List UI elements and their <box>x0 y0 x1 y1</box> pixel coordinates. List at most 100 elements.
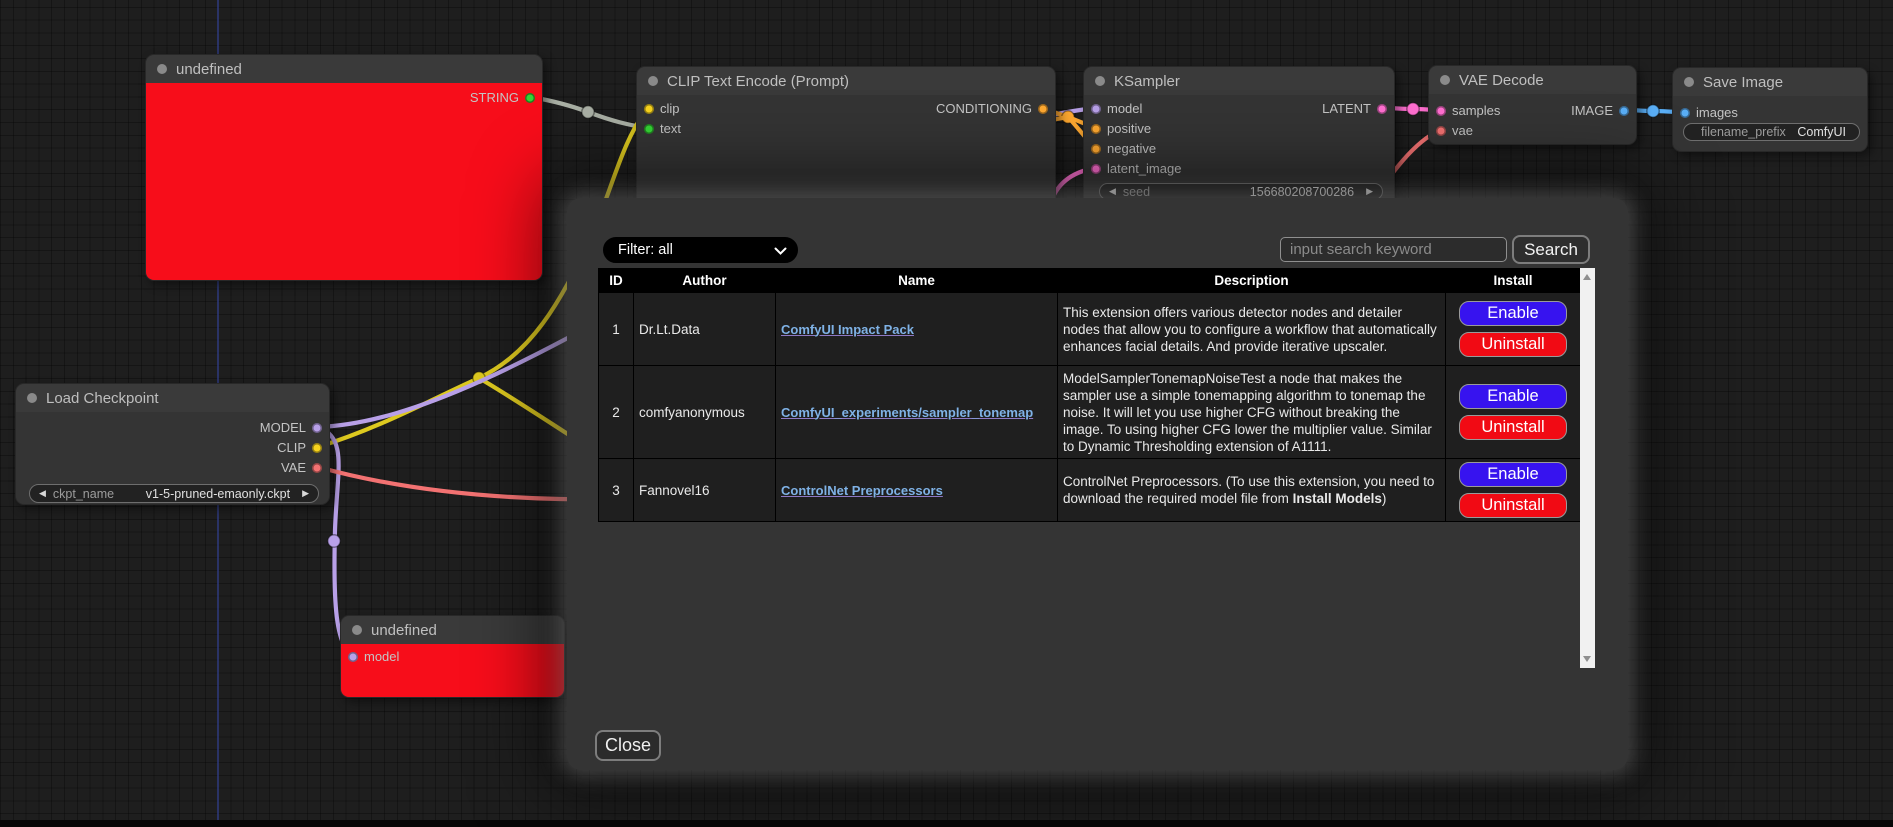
ksampler-output-label-LATENT: LATENT <box>1322 101 1371 117</box>
node-status-icon <box>352 625 362 635</box>
save-image-input-dot-images[interactable] <box>1680 108 1690 118</box>
vae-decode-output-label-IMAGE: IMAGE <box>1571 103 1613 119</box>
clip-text-encode-output-label-CONDITIONING: CONDITIONING <box>936 101 1032 117</box>
extension-description: ModelSamplerTonemapNoiseTest a node that… <box>1058 366 1446 459</box>
node-titlebar[interactable]: KSampler <box>1084 67 1394 95</box>
widget-label: filename_prefix <box>1701 125 1786 139</box>
load-checkpoint-output-label-CLIP: CLIP <box>277 440 306 456</box>
vae-decode-output-dot-IMAGE[interactable] <box>1619 106 1629 116</box>
node-status-icon <box>648 76 658 86</box>
node-clip-text-encode[interactable]: CLIP Text Encode (Prompt)cliptextCONDITI… <box>636 66 1056 208</box>
extension-id: 3 <box>599 459 634 522</box>
scroll-up-icon[interactable] <box>1583 274 1591 280</box>
node-status-icon <box>157 64 167 74</box>
close-button[interactable]: Close <box>595 730 661 761</box>
node-status-icon <box>27 393 37 403</box>
clip-text-encode-input-dot-text[interactable] <box>644 124 654 134</box>
extension-install-cell: Enable Uninstall <box>1446 366 1581 459</box>
table-header-row: IDAuthorNameDescriptionInstall <box>599 269 1581 293</box>
node-titlebar[interactable]: Save Image <box>1673 68 1867 96</box>
link-reroute-dot[interactable] <box>1407 103 1419 115</box>
extension-link[interactable]: ComfyUI Impact Pack <box>781 322 914 337</box>
node-body <box>146 83 542 280</box>
vae-decode-input-dot-samples[interactable] <box>1436 106 1446 116</box>
node-status-icon <box>1440 75 1450 85</box>
table-scrollbar[interactable] <box>1580 268 1595 668</box>
node-ksampler[interactable]: KSamplermodelpositivenegativelatent_imag… <box>1083 66 1395 208</box>
decrement-arrow-icon[interactable]: ◀ <box>1109 187 1116 196</box>
node-vae-decode[interactable]: VAE DecodesamplesvaeIMAGE <box>1428 65 1637 145</box>
column-header-description: Description <box>1058 269 1446 293</box>
node-titlebar[interactable]: undefined <box>341 616 564 644</box>
extension-row: 2comfyanonymousComfyUI_experiments/sampl… <box>599 366 1581 459</box>
widget-label: ckpt_name <box>53 487 114 501</box>
node-undefined-bottom[interactable]: undefined model <box>340 615 565 698</box>
link-reroute-dot[interactable] <box>1647 105 1659 117</box>
extension-author: Fannovel16 <box>634 459 776 522</box>
node-titlebar[interactable]: VAE Decode <box>1429 66 1636 94</box>
node-titlebar[interactable]: Load Checkpoint <box>16 384 329 412</box>
node-status-icon <box>1684 77 1694 87</box>
extension-id: 1 <box>599 293 634 366</box>
comfyui-canvas[interactable]: undefined STRING CLIP Text Encode (Prompt)… <box>0 0 1893 827</box>
column-header-install: Install <box>1446 269 1581 293</box>
clip-text-encode-input-label-text: text <box>660 121 681 137</box>
node-undefined-top[interactable]: undefined STRING <box>145 54 543 281</box>
widget-label: seed <box>1123 185 1150 199</box>
enable-button[interactable]: Enable <box>1459 384 1567 409</box>
node-load-checkpoint[interactable]: Load CheckpointMODELCLIPVAE◀ckpt_namev1-… <box>15 383 330 505</box>
install-buttons: Enable Uninstall <box>1446 382 1580 442</box>
clip-text-encode-output-dot-CONDITIONING[interactable] <box>1038 104 1048 114</box>
node-title: Save Image <box>1703 74 1783 91</box>
extension-name-cell: ComfyUI_experiments/sampler_tonemap <box>776 366 1058 459</box>
link-reroute-dot[interactable] <box>582 106 594 118</box>
extension-link[interactable]: ControlNet Preprocessors <box>781 483 943 498</box>
link-reroute-dot[interactable] <box>328 535 340 547</box>
undefined-top-output-dot-STRING[interactable] <box>525 93 535 103</box>
load-checkpoint-widget-ckpt_name[interactable]: ◀ckpt_namev1-5-pruned-emaonly.ckpt▶ <box>29 484 319 503</box>
extension-link[interactable]: ComfyUI_experiments/sampler_tonemap <box>781 405 1033 420</box>
node-save-image[interactable]: Save Imageimagesfilename_prefixComfyUI <box>1672 67 1868 152</box>
load-checkpoint-output-dot-MODEL[interactable] <box>312 423 322 433</box>
decrement-arrow-icon[interactable]: ◀ <box>39 489 46 498</box>
undefined-bottom-input-dot-model[interactable] <box>348 652 358 662</box>
widget-value: ComfyUI <box>1797 125 1846 139</box>
filter-select[interactable]: Filter: all <box>603 237 798 263</box>
undefined-top-output-label-STRING: STRING <box>470 90 519 106</box>
install-buttons: Enable Uninstall <box>1446 460 1580 520</box>
search-button[interactable]: Search <box>1512 235 1590 264</box>
uninstall-button[interactable]: Uninstall <box>1459 415 1567 440</box>
ksampler-input-dot-positive[interactable] <box>1091 124 1101 134</box>
ksampler-input-dot-negative[interactable] <box>1091 144 1101 154</box>
ksampler-input-dot-model[interactable] <box>1091 104 1101 114</box>
increment-arrow-icon[interactable]: ▶ <box>302 489 309 498</box>
scroll-down-icon[interactable] <box>1583 656 1591 662</box>
node-title: CLIP Text Encode (Prompt) <box>667 73 849 90</box>
undefined-bottom-input-label-model: model <box>364 649 399 665</box>
load-checkpoint-output-dot-CLIP[interactable] <box>312 443 322 453</box>
uninstall-button[interactable]: Uninstall <box>1459 332 1567 357</box>
node-titlebar[interactable]: undefined <box>146 55 542 83</box>
node-title: undefined <box>176 61 242 78</box>
extension-row: 3Fannovel16 ControlNet Preprocessors Contr… <box>599 459 1581 522</box>
extension-author: comfyanonymous <box>634 366 776 459</box>
ksampler-input-dot-latent_image[interactable] <box>1091 164 1101 174</box>
enable-button[interactable]: Enable <box>1459 462 1567 487</box>
load-checkpoint-output-label-MODEL: MODEL <box>260 420 306 436</box>
ksampler-output-dot-LATENT[interactable] <box>1377 104 1387 114</box>
extension-description: ControlNet Preprocessors. (To use this e… <box>1058 459 1446 522</box>
save-image-widget-filename_prefix[interactable]: filename_prefix ComfyUI <box>1683 123 1860 141</box>
extension-row: 1Dr.Lt.DataComfyUI Impact PackThis exten… <box>599 293 1581 366</box>
load-checkpoint-output-dot-VAE[interactable] <box>312 463 322 473</box>
column-header-name: Name <box>776 269 1058 293</box>
extensions-table: IDAuthorNameDescriptionInstall 1Dr.Lt.Da… <box>598 268 1581 522</box>
clip-text-encode-input-dot-clip[interactable] <box>644 104 654 114</box>
search-input[interactable] <box>1280 237 1507 262</box>
node-titlebar[interactable]: CLIP Text Encode (Prompt) <box>637 67 1055 95</box>
increment-arrow-icon[interactable]: ▶ <box>1366 187 1373 196</box>
extension-name-cell: ComfyUI Impact Pack <box>776 293 1058 366</box>
vae-decode-input-dot-vae[interactable] <box>1436 126 1446 136</box>
enable-button[interactable]: Enable <box>1459 301 1567 326</box>
uninstall-button[interactable]: Uninstall <box>1459 493 1567 518</box>
extensions-table-zone: IDAuthorNameDescriptionInstall 1Dr.Lt.Da… <box>598 268 1595 668</box>
